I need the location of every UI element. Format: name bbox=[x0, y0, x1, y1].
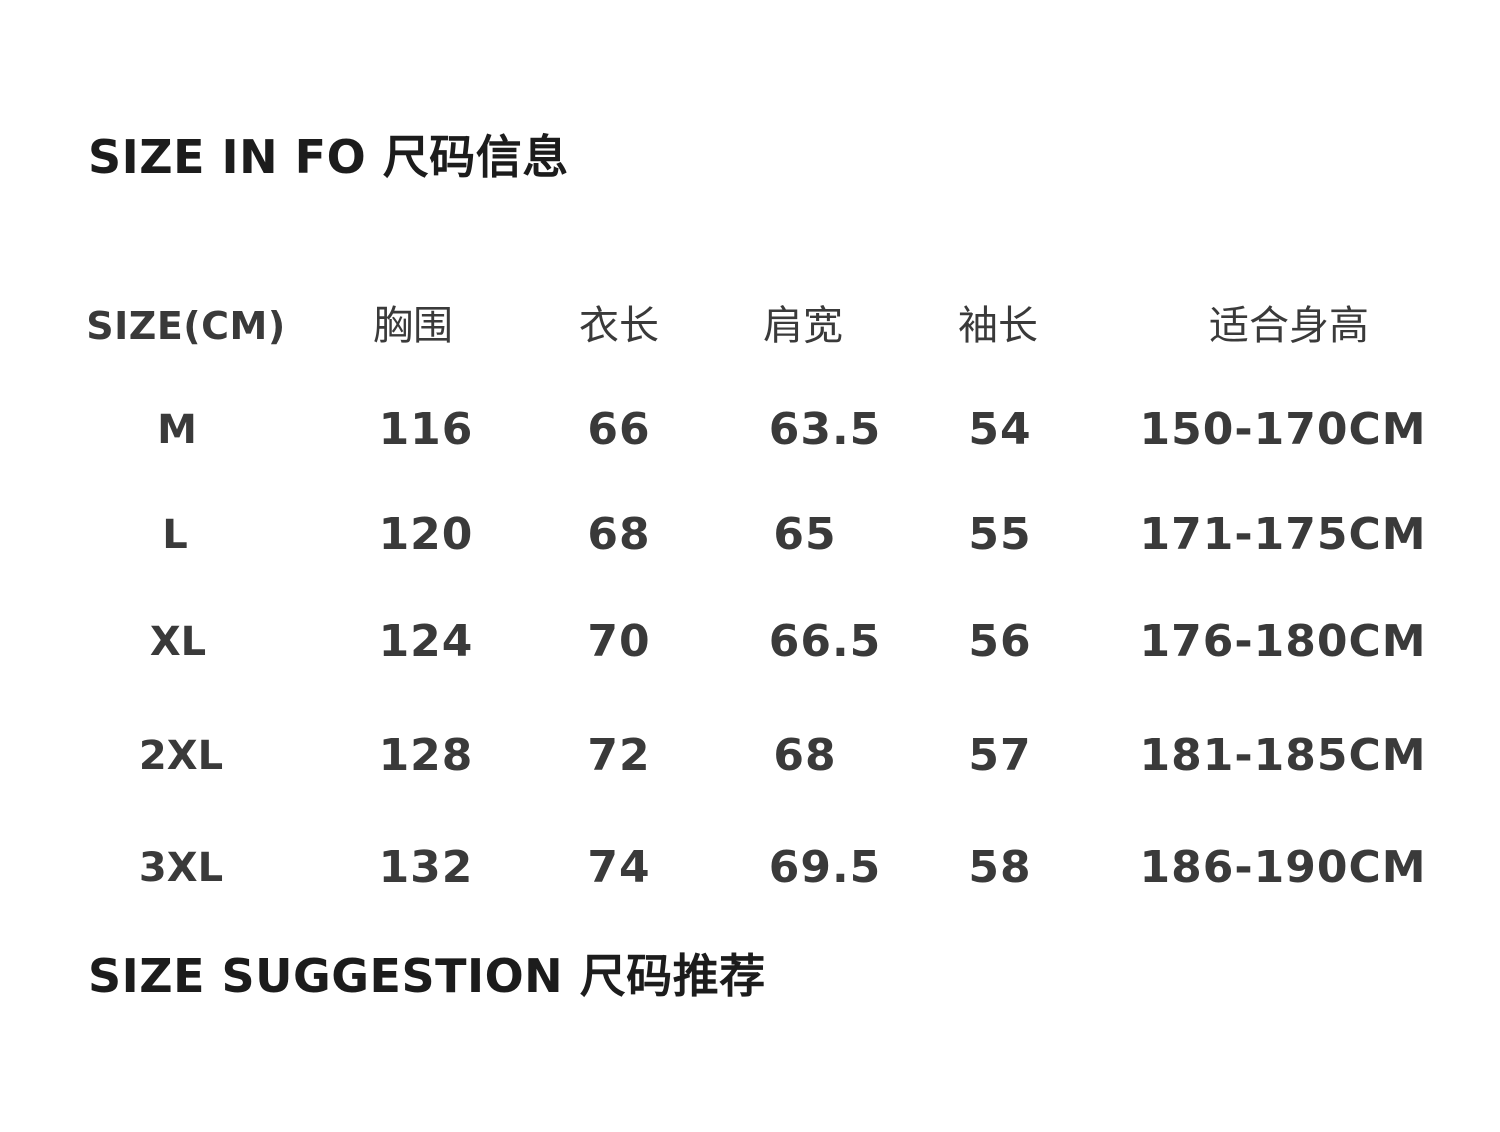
size-suggestion-title: SIZE SUGGESTION 尺码推荐 bbox=[88, 949, 766, 1003]
sleeve-value: 58 bbox=[968, 842, 1032, 893]
chest-value: 132 bbox=[378, 842, 474, 893]
header-size: SIZE(CM) bbox=[86, 304, 286, 348]
height-value: 150-170CM bbox=[1139, 404, 1427, 455]
height-value: 171-175CM bbox=[1139, 509, 1427, 560]
length-value: 70 bbox=[587, 616, 651, 667]
row-size-label: XL bbox=[149, 619, 207, 665]
shoulder-value: 66.5 bbox=[768, 616, 882, 667]
height-value: 176-180CM bbox=[1139, 616, 1427, 667]
shoulder-value: 68 bbox=[773, 730, 837, 781]
header-chest: 胸围 bbox=[373, 303, 453, 349]
header-height: 适合身高 bbox=[1209, 303, 1369, 349]
shoulder-value: 63.5 bbox=[768, 404, 882, 455]
row-size-label: 2XL bbox=[138, 733, 224, 779]
chest-value: 124 bbox=[378, 616, 474, 667]
row-size-label: L bbox=[162, 512, 188, 558]
chest-value: 128 bbox=[378, 730, 474, 781]
sleeve-value: 56 bbox=[968, 616, 1032, 667]
header-length: 衣长 bbox=[579, 303, 659, 349]
chest-value: 116 bbox=[378, 404, 474, 455]
length-value: 72 bbox=[587, 730, 651, 781]
header-sleeve: 袖长 bbox=[958, 303, 1038, 349]
row-size-label: 3XL bbox=[138, 845, 224, 891]
length-value: 74 bbox=[587, 842, 651, 893]
sleeve-value: 55 bbox=[968, 509, 1032, 560]
length-value: 66 bbox=[587, 404, 651, 455]
header-shoulder: 肩宽 bbox=[763, 303, 843, 349]
sleeve-value: 57 bbox=[968, 730, 1032, 781]
sleeve-value: 54 bbox=[968, 404, 1032, 455]
shoulder-value: 65 bbox=[773, 509, 837, 560]
length-value: 68 bbox=[587, 509, 651, 560]
chest-value: 120 bbox=[378, 509, 474, 560]
shoulder-value: 69.5 bbox=[768, 842, 882, 893]
height-value: 181-185CM bbox=[1139, 730, 1427, 781]
row-size-label: M bbox=[157, 407, 197, 453]
height-value: 186-190CM bbox=[1139, 842, 1427, 893]
